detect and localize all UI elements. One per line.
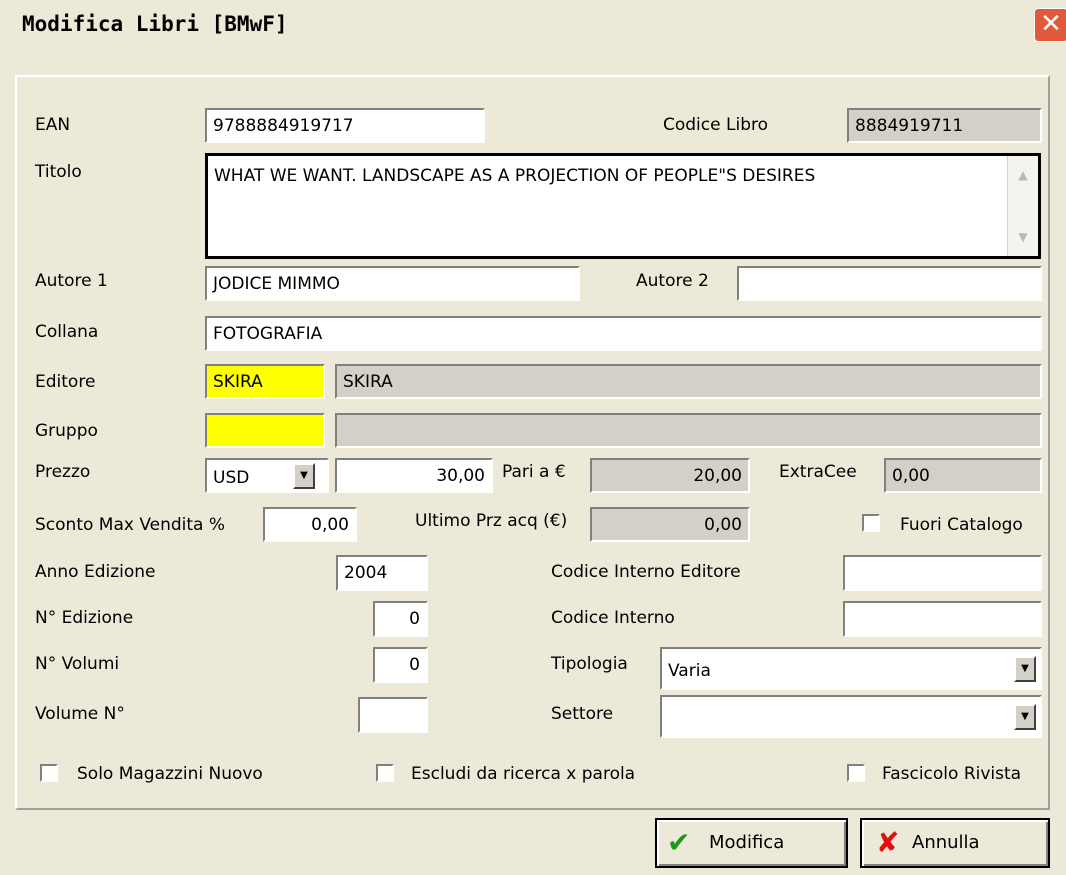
escludi-ricerca-label: Escludi da ricerca x parola — [411, 764, 636, 784]
codice-interno-field[interactable] — [843, 601, 1042, 637]
settore-label: Settore — [551, 704, 614, 724]
solo-magazzini-checkbox[interactable] — [40, 764, 58, 782]
extracee-label: ExtraCee — [779, 462, 857, 482]
titolo-scrollbar[interactable]: ▲ ▼ — [1007, 156, 1038, 256]
gruppo-code-field[interactable] — [205, 413, 325, 448]
titolo-label: Titolo — [35, 162, 82, 182]
fuori-catalogo-checkbox[interactable] — [862, 514, 880, 532]
x-icon: ✘ — [876, 826, 900, 859]
ultimo-prz-field: 0,00 — [590, 507, 750, 542]
anno-edizione-field[interactable]: 2004 — [336, 555, 428, 591]
volume-n-field[interactable] — [358, 697, 428, 733]
settore-select[interactable] — [660, 695, 1042, 738]
codice-libro-field: 8884919711 — [847, 108, 1042, 143]
gruppo-label: Gruppo — [35, 421, 98, 441]
annulla-button[interactable]: ✘ Annulla — [860, 818, 1050, 868]
ean-field[interactable]: 9788884919717 — [205, 108, 485, 143]
sconto-label: Sconto Max Vendita % — [35, 515, 226, 535]
codice-interno-editore-field[interactable] — [843, 555, 1042, 591]
window-title: Modifica Libri [BMwF] — [22, 12, 288, 36]
escludi-ricerca-checkbox[interactable] — [376, 764, 394, 782]
ultimo-prz-label: Ultimo Prz acq (€) — [415, 511, 568, 531]
prezzo-field[interactable]: 30,00 — [335, 458, 493, 493]
scroll-down-icon[interactable]: ▼ — [1014, 230, 1032, 248]
fuori-catalogo-label: Fuori Catalogo — [900, 515, 1023, 535]
autore1-field[interactable]: JODICE MIMMO — [205, 266, 580, 301]
pari-a-field: 20,00 — [590, 458, 750, 493]
titolo-textarea[interactable]: WHAT WE WANT. LANDSCAPE AS A PROJECTION … — [205, 153, 1041, 259]
n-volumi-field[interactable]: 0 — [373, 647, 428, 683]
annulla-button-label: Annulla — [912, 832, 980, 853]
titolo-text: WHAT WE WANT. LANDSCAPE AS A PROJECTION … — [214, 166, 816, 186]
settore-dropdown-icon[interactable]: ▼ — [1014, 704, 1036, 730]
codice-interno-label: Codice Interno — [551, 608, 675, 628]
title-bar: Modifica Libri [BMwF] ✕ — [0, 0, 1066, 50]
volume-n-label: Volume N° — [35, 704, 125, 724]
sconto-field[interactable]: 0,00 — [263, 507, 357, 542]
autore2-field[interactable] — [737, 266, 1042, 301]
editore-name-field: SKIRA — [335, 364, 1042, 399]
modifica-button-label: Modifica — [709, 832, 785, 853]
editore-label: Editore — [35, 372, 96, 392]
n-edizione-field[interactable]: 0 — [373, 601, 428, 637]
extracee-field: 0,00 — [884, 458, 1042, 493]
codice-libro-label: Codice Libro — [663, 115, 768, 135]
collana-label: Collana — [35, 322, 99, 342]
currency-value: USD — [213, 468, 250, 488]
gruppo-name-field — [335, 413, 1042, 448]
tipologia-label: Tipologia — [551, 654, 628, 674]
modifica-button[interactable]: ✔ Modifica — [655, 818, 848, 868]
autore1-label: Autore 1 — [35, 271, 108, 291]
codice-interno-editore-label: Codice Interno Editore — [551, 562, 741, 582]
n-edizione-label: N° Edizione — [35, 608, 134, 628]
tipologia-dropdown-icon[interactable]: ▼ — [1014, 656, 1036, 682]
anno-edizione-label: Anno Edizione — [35, 562, 156, 582]
currency-dropdown-icon[interactable]: ▼ — [293, 463, 315, 489]
editore-code-field[interactable]: SKIRA — [205, 364, 325, 399]
prezzo-label: Prezzo — [35, 462, 91, 482]
solo-magazzini-label: Solo Magazzini Nuovo — [77, 764, 263, 784]
autore2-label: Autore 2 — [636, 271, 709, 291]
n-volumi-label: N° Volumi — [35, 654, 120, 674]
tipologia-value: Varia — [668, 661, 711, 681]
pari-a-label: Pari a € — [502, 462, 566, 482]
scroll-up-icon[interactable]: ▲ — [1014, 168, 1032, 186]
fascicolo-rivista-label: Fascicolo Rivista — [882, 764, 1022, 784]
ean-label: EAN — [35, 115, 71, 135]
close-icon[interactable]: ✕ — [1034, 8, 1066, 42]
tipologia-select[interactable]: Varia — [660, 647, 1042, 690]
collana-field[interactable]: FOTOGRAFIA — [205, 316, 1042, 351]
checkmark-icon: ✔ — [667, 826, 691, 859]
fascicolo-rivista-checkbox[interactable] — [847, 764, 865, 782]
